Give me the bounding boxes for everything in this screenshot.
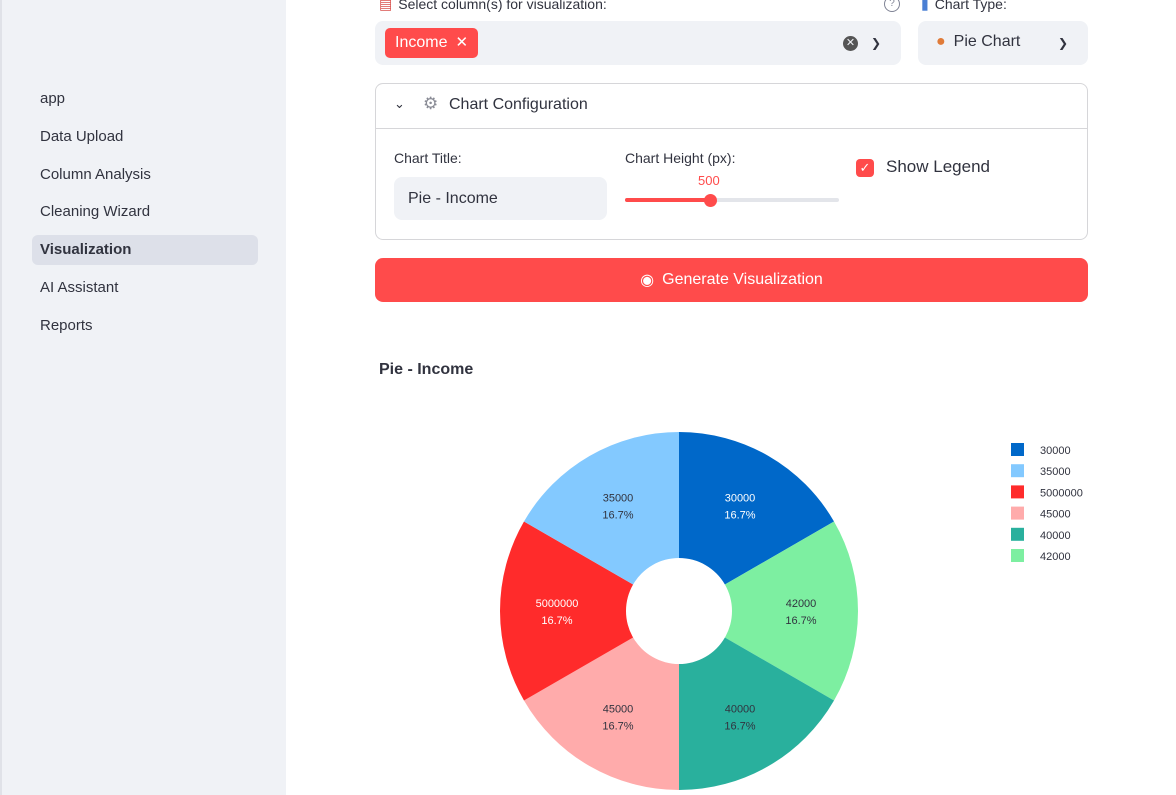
legend-label[interactable]: 42000 [1040, 551, 1071, 563]
slice-label: 30000 [725, 492, 756, 504]
legend-swatch[interactable] [1011, 549, 1024, 562]
slice-percent: 16.7% [541, 615, 572, 627]
slice-percent: 16.7% [602, 721, 633, 733]
legend-swatch[interactable] [1011, 464, 1024, 478]
legend-swatch[interactable] [1011, 527, 1024, 541]
slice-label: 45000 [603, 704, 634, 716]
legend-swatch[interactable] [1011, 443, 1024, 456]
legend-label[interactable]: 40000 [1040, 530, 1071, 542]
slice-label: 5000000 [536, 598, 579, 610]
legend-label[interactable]: 35000 [1040, 466, 1071, 478]
legend-label[interactable]: 30000 [1040, 445, 1071, 457]
slice-label: 40000 [725, 704, 756, 716]
legend-label[interactable]: 45000 [1040, 509, 1071, 521]
legend-label[interactable]: 5000000 [1040, 487, 1083, 499]
pie-chart: 30000 16.7% 42000 16.7% 40000 16.7% 45000 16.7%… [500, 432, 1083, 790]
slice-percent: 16.7% [724, 721, 755, 733]
legend-swatch[interactable] [1011, 506, 1024, 520]
slice-label: 35000 [603, 492, 634, 504]
slice-label: 42000 [786, 598, 817, 610]
slice-percent: 16.7% [785, 615, 816, 627]
slice-percent: 16.7% [602, 509, 633, 521]
slice-percent: 16.7% [724, 509, 755, 521]
legend-swatch[interactable] [1011, 485, 1024, 499]
